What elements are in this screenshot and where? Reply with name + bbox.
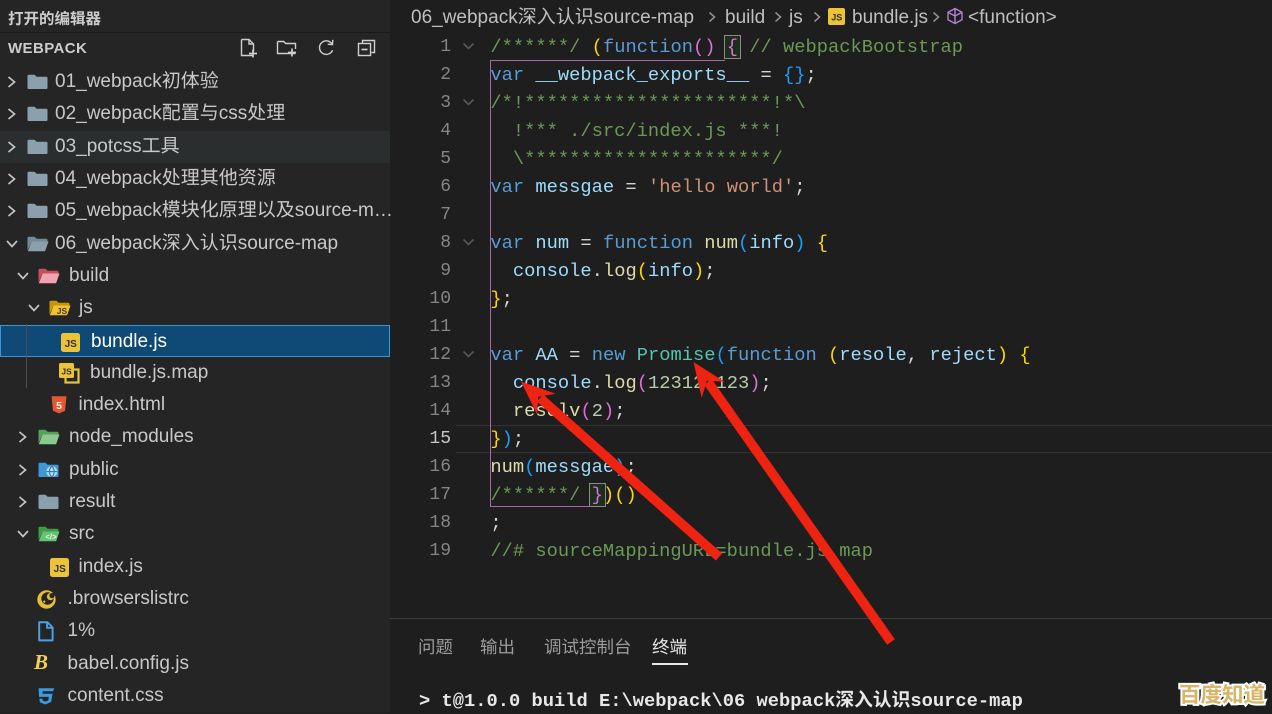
svg-text:百度知道: 百度知道 bbox=[1179, 678, 1265, 709]
